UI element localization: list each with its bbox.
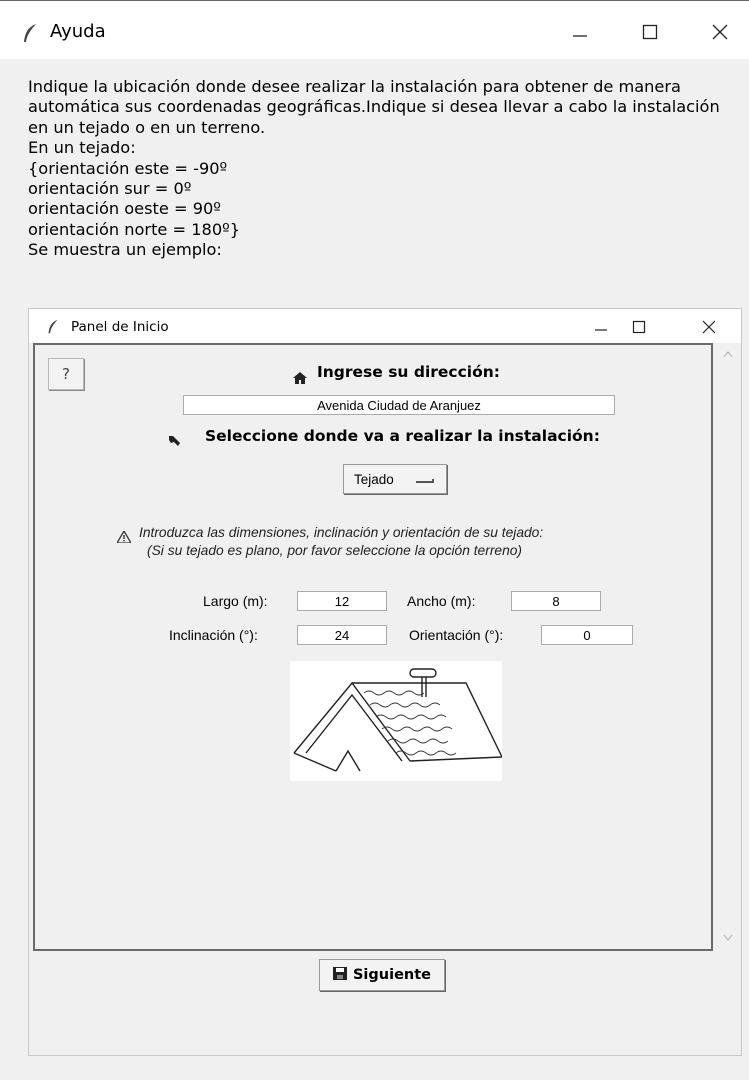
address-label: Ingrese su dirección: [317, 363, 500, 381]
help-button[interactable]: ? [48, 358, 84, 390]
maximize-icon[interactable] [624, 315, 654, 339]
dropdown-indicator-icon [416, 479, 434, 483]
install-type-value: Tejado [354, 471, 394, 487]
warning-icon [115, 528, 133, 547]
minimize-icon[interactable] [586, 315, 616, 339]
install-label: Seleccione donde va a realizar la instal… [205, 427, 600, 445]
next-button-label: Siguiente [352, 967, 431, 983]
largo-input[interactable]: 12 [297, 591, 387, 611]
ancho-input[interactable]: 8 [511, 591, 601, 611]
inner-window: Panel de Inicio ? Ingrese su dirección: … [28, 308, 742, 1056]
feather-icon [22, 23, 38, 47]
help-text: Indique la ubicación donde desee realiza… [28, 77, 720, 260]
roof-illustration [290, 661, 504, 781]
inner-title-bar: Panel de Inicio [29, 309, 741, 343]
title-bar: Ayuda [0, 0, 749, 59]
install-type-select[interactable]: Tejado [343, 464, 447, 494]
inclinacion-label: Inclinación (°): [169, 627, 258, 643]
feather-icon [47, 319, 59, 338]
largo-label: Largo (m): [203, 593, 268, 609]
next-button[interactable]: Siguiente [319, 959, 445, 991]
address-input[interactable]: Avenida Ciudad de Aranjuez [183, 395, 615, 415]
inclinacion-input[interactable]: 24 [297, 625, 387, 645]
scrollbar[interactable] [719, 343, 737, 949]
orientacion-input[interactable]: 0 [541, 625, 633, 645]
window-title: Ayuda [50, 21, 106, 42]
inner-window-title: Panel de Inicio [71, 319, 169, 335]
instructions-line-1: Introduzca las dimensiones, inclinación … [139, 525, 544, 540]
tools-icon [167, 433, 181, 452]
instructions-line-2: (Si su tejado es plano, por favor selecc… [147, 543, 523, 558]
close-icon[interactable] [700, 15, 740, 49]
ancho-label: Ancho (m): [407, 593, 476, 609]
home-icon [293, 369, 307, 388]
save-icon [332, 966, 347, 984]
close-icon[interactable] [694, 315, 724, 339]
minimize-icon[interactable] [560, 15, 600, 49]
orientacion-label: Orientación (°): [409, 627, 504, 643]
help-button-label: ? [62, 365, 70, 383]
start-panel: ? Ingrese su dirección: Avenida Ciudad d… [33, 343, 713, 951]
maximize-icon[interactable] [630, 15, 670, 49]
